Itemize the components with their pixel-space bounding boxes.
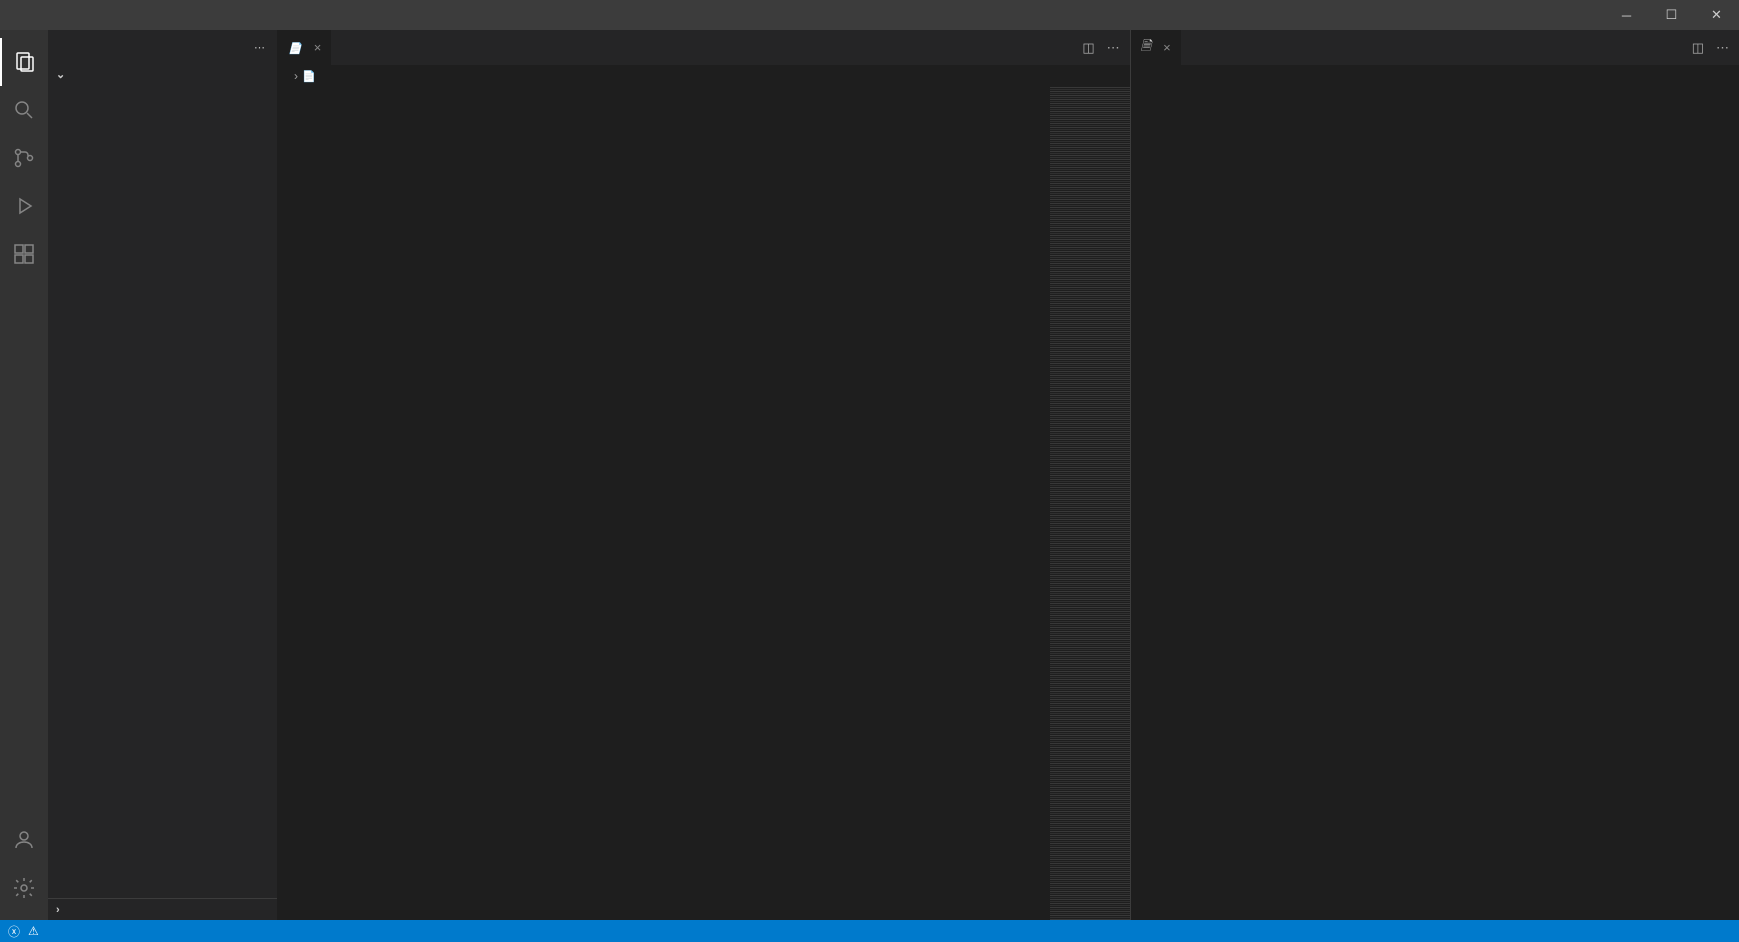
split-icon[interactable]: ◫	[1082, 40, 1094, 56]
tab-preview[interactable]: 🗎 ×	[1131, 30, 1182, 65]
minimize-button[interactable]: ─	[1604, 0, 1649, 30]
file-tree	[48, 84, 277, 898]
window-controls: ─ ☐ ✕	[1604, 0, 1739, 30]
menu-run[interactable]	[108, 11, 128, 19]
titlebar: ─ ☐ ✕	[0, 0, 1739, 30]
explorer-icon[interactable]	[0, 38, 48, 86]
more-icon[interactable]: ⋯	[254, 41, 265, 54]
menu-file[interactable]	[8, 11, 28, 19]
line-numbers	[278, 87, 328, 920]
split-icon[interactable]: ◫	[1692, 40, 1704, 56]
file-icon	[288, 40, 302, 55]
breadcrumb[interactable]: ›	[278, 65, 1130, 87]
outline-header[interactable]: ›	[48, 898, 277, 920]
menu-view[interactable]	[68, 11, 88, 19]
tab-file[interactable]: ×	[278, 30, 332, 65]
search-icon[interactable]	[0, 86, 48, 134]
menu-help[interactable]	[148, 11, 168, 19]
close-icon[interactable]: ×	[314, 40, 322, 55]
folder-header[interactable]: ⌄	[48, 65, 277, 84]
editor-left: × ◫ ⋯ ›	[278, 30, 1131, 920]
activity-bar	[0, 30, 48, 920]
close-button[interactable]: ✕	[1694, 0, 1739, 30]
minimap[interactable]	[1050, 87, 1130, 920]
menu-selection[interactable]	[48, 11, 68, 19]
status-problems[interactable]: ⓧ ⚠	[8, 923, 43, 940]
source-control-icon[interactable]	[0, 134, 48, 182]
menu-terminal[interactable]	[128, 11, 148, 19]
preview-pane	[1131, 65, 1739, 920]
code-area[interactable]	[328, 87, 1050, 920]
more-icon[interactable]: ⋯	[1716, 40, 1729, 56]
sidebar-header: ⋯	[48, 30, 277, 65]
extensions-icon[interactable]	[0, 230, 48, 278]
editor-right: 🗎 × ◫ ⋯	[1131, 30, 1739, 920]
file-icon	[302, 69, 316, 83]
editor-tabs: × ◫ ⋯	[278, 30, 1130, 65]
warning-icon: ⚠	[28, 924, 39, 938]
chevron-down-icon: ⌄	[56, 68, 68, 81]
debug-icon[interactable]	[0, 182, 48, 230]
account-icon[interactable]	[0, 816, 48, 864]
settings-icon[interactable]	[0, 864, 48, 912]
menu-bar	[0, 11, 168, 19]
chevron-right-icon: ›	[56, 904, 68, 916]
preview-actions: ◫ ⋯	[1692, 30, 1739, 65]
close-icon[interactable]: ×	[1163, 40, 1171, 55]
maximize-button[interactable]: ☐	[1649, 0, 1694, 30]
menu-go[interactable]	[88, 11, 108, 19]
sidebar: ⋯ ⌄ ›	[48, 30, 278, 920]
editor-actions: ◫ ⋯	[1082, 30, 1129, 65]
preview-tabs: 🗎 × ◫ ⋯	[1131, 30, 1739, 65]
preview-content	[1131, 65, 1155, 920]
error-icon: ⓧ	[8, 923, 20, 940]
editor-content[interactable]	[278, 87, 1130, 920]
preview-icon: 🗎	[1141, 37, 1151, 59]
statusbar: ⓧ ⚠	[0, 920, 1739, 942]
more-icon[interactable]: ⋯	[1107, 40, 1120, 56]
chevron-right-icon: ›	[294, 69, 298, 83]
menu-edit[interactable]	[28, 11, 48, 19]
